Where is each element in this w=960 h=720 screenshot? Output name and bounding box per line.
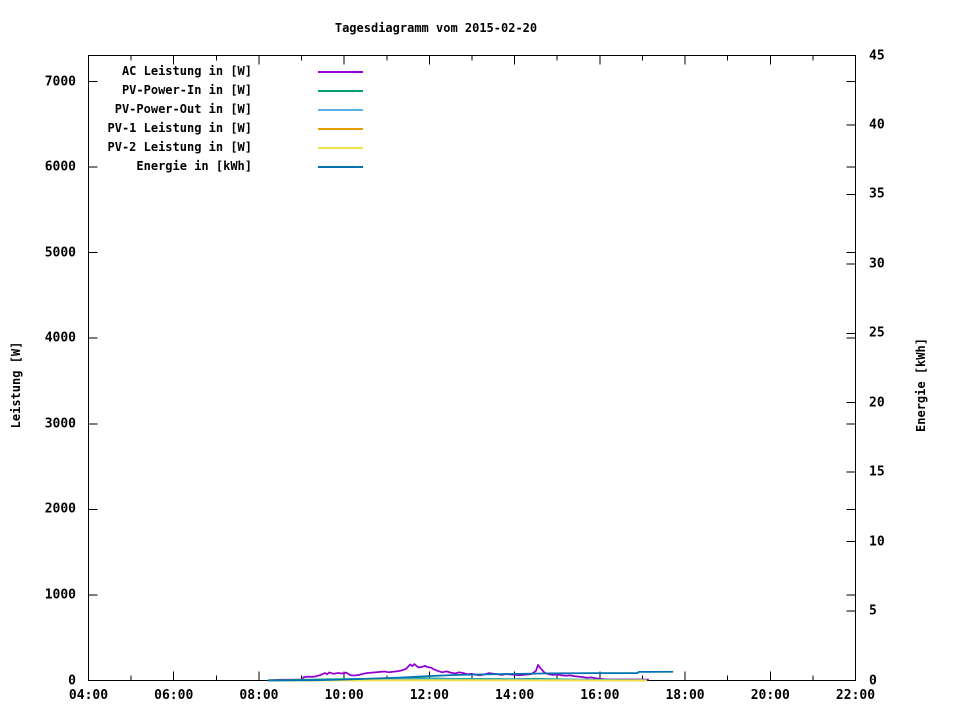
legend: AC Leistung in [W] PV-Power-In in [W] PV-P…	[88, 62, 378, 176]
x-tick-label: 04:00	[68, 688, 109, 703]
y-right-tick-label: 25	[869, 325, 885, 341]
legend-row-pv-power-in: PV-Power-In in [W]	[88, 81, 378, 100]
y-left-tick-label: 2000	[44, 501, 76, 517]
y-right-tick-label: 30	[869, 256, 885, 272]
legend-sample-line-pv1-leistung	[318, 128, 363, 130]
y-left-tick-label: 5000	[44, 245, 76, 261]
legend-sample-line-pv2-leistung	[318, 147, 363, 149]
legend-row-ac-leistung: AC Leistung in [W]	[88, 62, 378, 81]
y-right-tick-label: 35	[869, 186, 885, 202]
y-left-tick-label: 1000	[44, 587, 76, 603]
legend-sample-line-pv-power-in	[318, 90, 363, 92]
y-right-tick-label: 20	[869, 395, 885, 411]
y-left-tick-label: 7000	[44, 74, 76, 89]
legend-row-energie: Energie in [kWh]	[88, 157, 378, 176]
y-left-tick-label: 0	[68, 673, 76, 688]
legend-sample-line-pv-power-out	[318, 109, 363, 111]
y-left-tick-label: 4000	[44, 330, 76, 346]
legend-label-pv-power-out: PV-Power-Out in [W]	[114, 102, 252, 116]
x-tick-label: 06:00	[154, 688, 194, 703]
x-tick-label: 08:00	[239, 688, 279, 703]
y-axis-label-left: Leistung [W]	[9, 341, 23, 429]
legend-label-pv2-leistung: PV-2 Leistung in [W]	[107, 140, 253, 154]
y-right-tick-label: 10	[869, 534, 885, 550]
x-tick-label: 22:00	[835, 688, 876, 703]
legend-sample-line-ac-leistung	[318, 71, 363, 73]
x-tick-label: 16:00	[580, 688, 620, 703]
x-tick-label: 10:00	[324, 688, 364, 703]
x-tick-label: 12:00	[409, 688, 449, 703]
legend-sample-line-energie	[318, 166, 363, 168]
x-tick-label: 20:00	[750, 688, 790, 703]
y-left-tick-label: 6000	[44, 159, 76, 175]
legend-label-energie: Energie in [kWh]	[136, 159, 252, 173]
legend-row-pv2-leistung: PV-2 Leistung in [W]	[88, 138, 378, 157]
y-axis-label-right: Energie [kWh]	[914, 338, 928, 432]
series-line-ac-leistung	[269, 663, 649, 681]
y-right-tick-label: 45	[869, 48, 885, 63]
legend-row-pv-power-out: PV-Power-Out in [W]	[88, 100, 378, 119]
y-left-tick-label: 3000	[44, 416, 76, 432]
y-right-tick-label: 15	[869, 464, 885, 480]
x-tick-label: 14:00	[495, 688, 535, 703]
legend-label-ac-leistung: AC Leistung in [W]	[121, 64, 252, 78]
x-tick-label: 18:00	[665, 688, 705, 703]
legend-label-pv-power-in: PV-Power-In in [W]	[121, 83, 252, 97]
y-right-tick-label: 40	[869, 117, 885, 133]
legend-label-pv1-leistung: PV-1 Leistung in [W]	[107, 121, 253, 135]
chart-title: Tagesdiagramm vom 2015-02-20	[334, 21, 538, 35]
legend-row-pv1-leistung: PV-1 Leistung in [W]	[88, 119, 378, 138]
y-right-tick-label: 5	[869, 603, 877, 619]
chart-canvas: Tagesdiagramm vom 2015-02-20 Leistung [W…	[0, 0, 960, 720]
y-right-tick-label: 0	[869, 673, 877, 688]
